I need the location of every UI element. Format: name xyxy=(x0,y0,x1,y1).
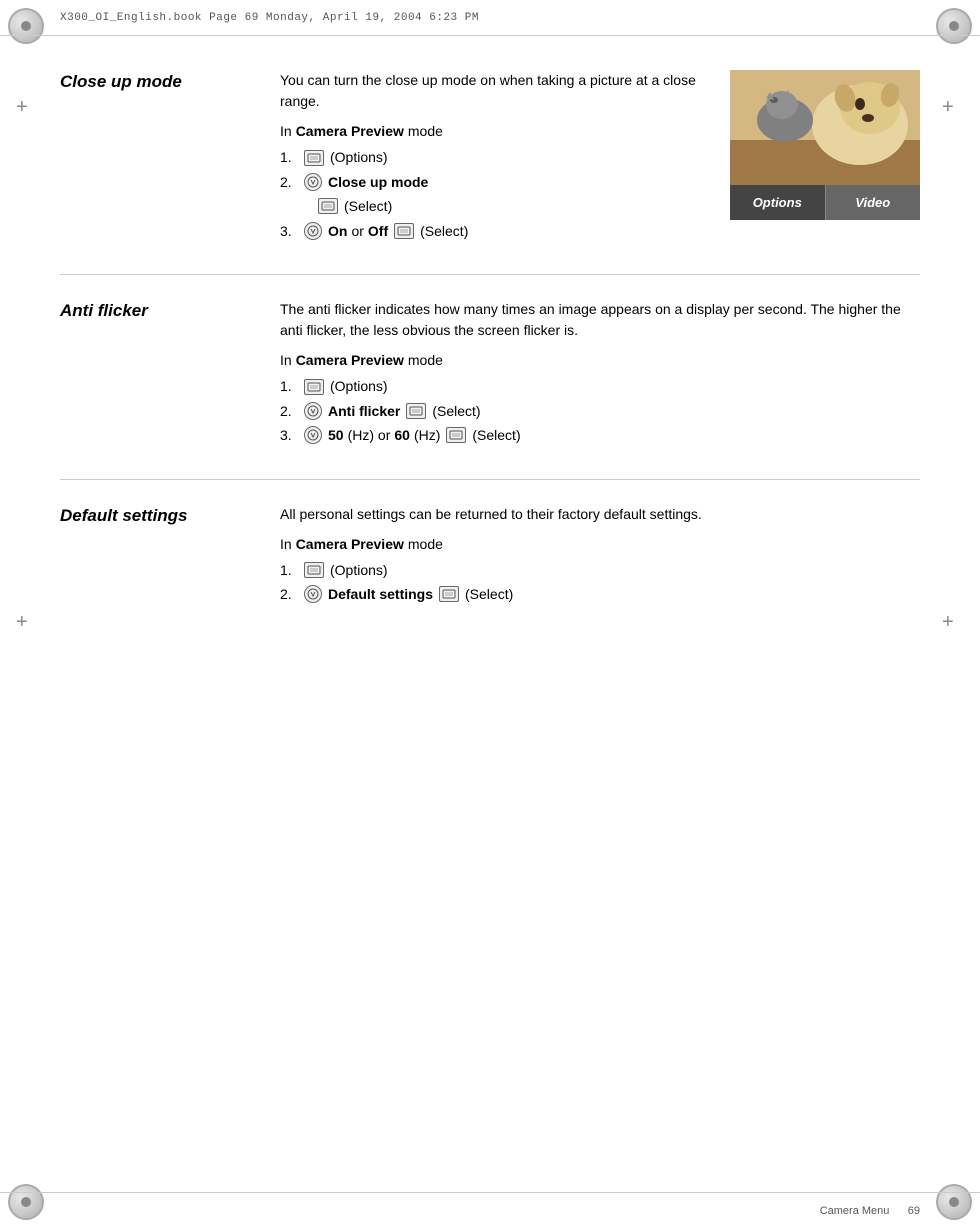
options-button-icon-ds xyxy=(304,562,324,578)
anti-flicker-camera-preview-label: In Camera Preview mode xyxy=(280,349,920,371)
default-settings-title-col: Default settings xyxy=(60,504,280,608)
header-text: X300_OI_English.book Page 69 Monday, Apr… xyxy=(60,12,479,24)
nav-icon-af-2 xyxy=(304,402,322,420)
close-up-image: 🛒 xyxy=(730,70,920,220)
main-content: Close up mode 🛒 xyxy=(60,50,920,1178)
crosshair-right-top xyxy=(944,100,962,118)
nav-icon-ds-2 xyxy=(304,585,322,603)
anti-flicker-title-col: Anti flicker xyxy=(60,299,280,449)
toolbar-options-btn: Options xyxy=(730,185,826,220)
close-up-step-2: 2. Close up mode xyxy=(280,171,714,193)
nav-icon-3 xyxy=(304,222,322,240)
close-up-mode-content: 🛒 xyxy=(280,70,920,244)
anti-flicker-title: Anti flicker xyxy=(60,301,148,320)
section-anti-flicker: Anti flicker The anti flicker indicates … xyxy=(60,299,920,449)
footer-section-label: Camera Menu xyxy=(820,1205,890,1217)
default-settings-step-2: 2. Default settings (Select) xyxy=(280,583,920,605)
select-button-icon-af-2 xyxy=(406,403,426,419)
close-up-camera-preview-label: In Camera Preview mode xyxy=(280,120,714,142)
select-button-icon-ds-2 xyxy=(439,586,459,602)
divider-1 xyxy=(60,274,920,275)
footer-page-number: 69 xyxy=(908,1205,920,1217)
toolbar-video-btn: Video xyxy=(826,185,921,220)
default-settings-description: All personal settings can be returned to… xyxy=(280,504,920,525)
close-up-step-2b: (Select) xyxy=(280,195,714,217)
options-button-icon xyxy=(304,150,324,166)
anti-flicker-content: The anti flicker indicates how many time… xyxy=(280,299,920,449)
divider-2 xyxy=(60,479,920,480)
photo-svg xyxy=(730,70,920,185)
close-up-title-col: Close up mode xyxy=(60,70,280,244)
header-bar: X300_OI_English.book Page 69 Monday, Apr… xyxy=(0,0,980,36)
default-settings-camera-preview-label: In Camera Preview mode xyxy=(280,533,920,555)
footer-bar: Camera Menu 69 xyxy=(0,1192,980,1228)
anti-flicker-step-1: 1. (Options) xyxy=(280,375,920,397)
options-button-icon-af xyxy=(304,379,324,395)
close-up-step-3: 3. On or Off (Select) xyxy=(280,220,714,242)
anti-flicker-description: The anti flicker indicates how many time… xyxy=(280,299,920,341)
default-settings-content: All personal settings can be returned to… xyxy=(280,504,920,608)
crosshair-right-mid xyxy=(944,615,962,633)
photo-content: 🛒 xyxy=(730,70,920,185)
select-button-icon-2 xyxy=(318,198,338,214)
anti-flicker-step-3: 3. 50 (Hz) or 60 (Hz) (Select) xyxy=(280,424,920,446)
nav-icon-af-3 xyxy=(304,426,322,444)
close-up-mode-title: Close up mode xyxy=(60,72,182,91)
section-close-up-mode: Close up mode 🛒 xyxy=(60,70,920,244)
close-up-step-1: 1. (Options) xyxy=(280,146,714,168)
crosshair-left-top xyxy=(18,100,36,118)
anti-flicker-step-2: 2. Anti flicker (Select) xyxy=(280,400,920,422)
select-button-icon-af-3 xyxy=(446,427,466,443)
image-toolbar: Options Video xyxy=(730,185,920,220)
select-button-icon-3 xyxy=(394,223,414,239)
section-default-settings: Default settings All personal settings c… xyxy=(60,504,920,608)
camera-photo: 🛒 xyxy=(730,70,920,220)
crosshair-left-mid xyxy=(18,615,36,633)
default-settings-title: Default settings xyxy=(60,506,188,525)
default-settings-step-1: 1. (Options) xyxy=(280,559,920,581)
nav-icon-2 xyxy=(304,173,322,191)
footer-spacer xyxy=(889,1205,907,1217)
